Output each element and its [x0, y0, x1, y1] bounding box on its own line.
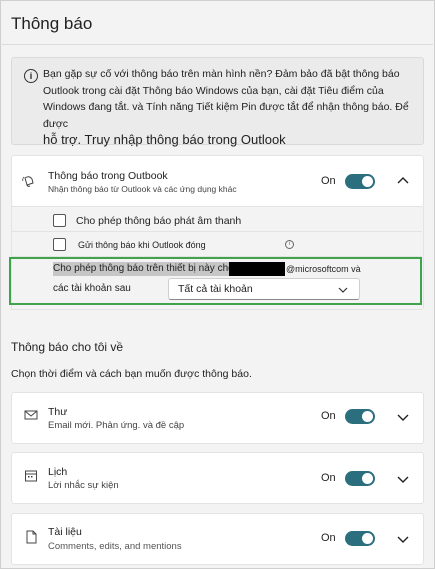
account-domain: @microsoftcom và — [286, 264, 361, 274]
documents-notifications-card: Tài liệu Comments, edits, and mentions O… — [11, 513, 424, 565]
options-divider — [11, 206, 422, 207]
calendar-title: Lịch — [48, 466, 68, 478]
documents-subtitle: Comments, edits, and mentions — [48, 541, 182, 552]
card-bottom — [11, 309, 422, 310]
toggle-state-label: On — [321, 410, 336, 422]
calendar-toggle[interactable] — [345, 471, 375, 486]
chevron-down-icon — [338, 287, 348, 293]
closed-checkbox-label: Gửi thông báo khi Outlook đóng — [78, 240, 206, 250]
device-notifications-label: Cho phép thông báo trên thiết bị này cho — [53, 262, 236, 276]
redacted-account — [229, 262, 285, 276]
sound-checkbox-label: Cho phép thông báo phát âm thanh — [76, 215, 242, 227]
info-line: Bạn gặp sự cố với thông báo trên màn hìn… — [43, 68, 400, 80]
toggle-state-label: On — [321, 175, 336, 187]
accounts-dropdown[interactable]: Tất cả tài khoản — [168, 278, 360, 300]
mail-notifications-card: Thư Email mới. Phản ứng. và đề cập On — [11, 392, 424, 444]
calendar-subtitle: Lời nhắc sự kiện — [48, 480, 119, 491]
info-banner-text: Bạn gặp sự cố với thông báo trên màn hìn… — [43, 66, 415, 149]
outlook-notifications-card: Thông báo trong Outbook Nhận thông báo t… — [11, 155, 424, 207]
mail-toggle[interactable] — [345, 409, 375, 424]
documents-toggle[interactable] — [345, 531, 375, 546]
accounts-label: các tài khoản sau — [53, 283, 131, 294]
chevron-down-icon[interactable] — [396, 532, 410, 546]
sound-checkbox[interactable] — [53, 214, 66, 227]
mail-icon — [24, 410, 38, 420]
chevron-down-icon[interactable] — [396, 472, 410, 486]
toggle-state-label: On — [321, 532, 336, 544]
outlook-notifications-subtitle: Nhận thông báo từ Outlook và các ứng dụn… — [48, 184, 237, 194]
info-line: Windows đang tắt. và Tính năng Tiết kiệm… — [43, 101, 409, 130]
chevron-down-icon[interactable] — [396, 410, 410, 424]
notification-sound-icon — [22, 176, 34, 187]
options-divider — [11, 231, 422, 232]
calendar-icon — [25, 470, 37, 482]
notify-section-heading: Thông báo cho tôi về — [11, 340, 124, 354]
info-icon[interactable]: i — [285, 240, 294, 249]
info-line[interactable]: hỗ trợ. Truy nhập thông báo trong Outloo… — [43, 132, 415, 149]
info-banner: i Bạn gặp sự cố với thông báo trên màn h… — [11, 57, 424, 147]
info-icon: i — [24, 69, 38, 83]
calendar-notifications-card: Lịch Lời nhắc sự kiện On — [11, 452, 424, 504]
mail-subtitle: Email mới. Phản ứng. và đề cập — [48, 420, 185, 431]
toggle-state-label: On — [321, 472, 336, 484]
title-divider — [0, 44, 433, 45]
info-line: Outlook trong cài đặt Thông báo Windows … — [43, 84, 384, 97]
outlook-notifications-toggle[interactable] — [345, 174, 375, 189]
outlook-notifications-title: Thông báo trong Outbook — [48, 170, 168, 182]
document-icon — [26, 530, 37, 544]
page-title: Thông báo — [11, 14, 93, 33]
closed-checkbox[interactable] — [53, 238, 66, 251]
accounts-dropdown-value: Tất cả tài khoản — [178, 283, 253, 295]
chevron-up-icon[interactable] — [396, 174, 410, 188]
notify-section-description: Chọn thời điểm và cách bạn muốn được thô… — [11, 368, 252, 380]
documents-title: Tài liệu — [48, 526, 82, 538]
mail-title: Thư — [48, 406, 68, 418]
